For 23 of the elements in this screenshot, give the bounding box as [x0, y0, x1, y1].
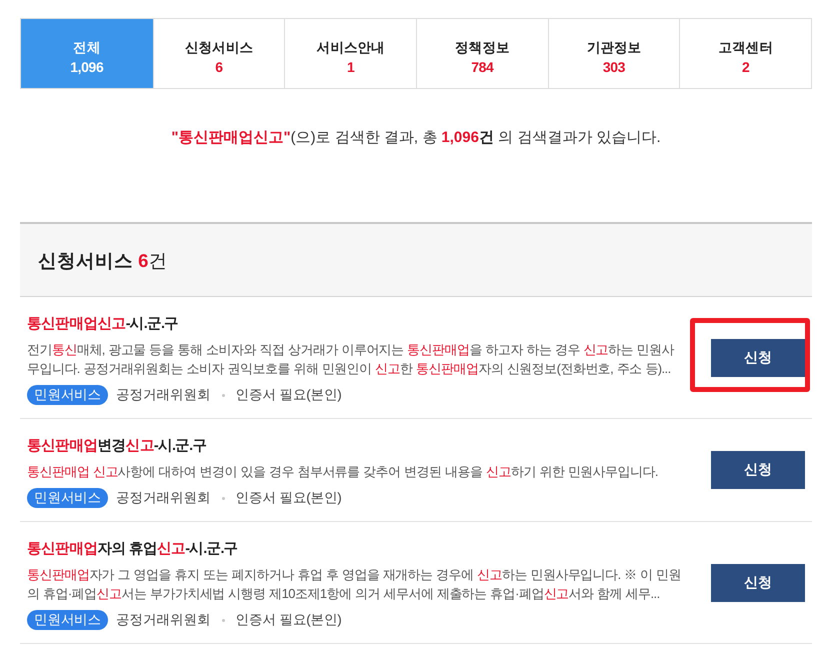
apply-button[interactable]: 신청	[711, 451, 805, 489]
agency-name: 공정거래위원회	[116, 611, 211, 629]
apply-button[interactable]: 신청	[711, 564, 805, 602]
section-title: 신청서비스 6건	[38, 248, 168, 272]
agency-name: 공정거래위원회	[116, 386, 211, 404]
separator-dot-icon	[222, 618, 225, 622]
search-summary: "통신판매업신고"(으)로 검색한 결과, 총 1,096건 의 검색결과가 있습니다.	[170, 128, 662, 148]
result-description: 전기통신매체, 광고물 등을 통해 소비자와 직접 상거래가 이루어지는 통신판매업을 하고자 하는 경우 신고하는 민원사무입니다. 공정거래위원회는 소비자 권익보호를 위해 민원인이 신고한 통신판매업자의 신원정보(전화번호, 주소 등)...	[27, 341, 676, 378]
category-badge: 민원서비스	[27, 610, 108, 630]
result-description: 통신판매업 신고사항에 대하여 변경이 있을 경우 첨부서류를 갖추어 변경된 내용을 신고하기 위한 민원사무입니다.	[27, 463, 659, 481]
requirement-text: 인증서 필요(본인)	[236, 386, 342, 404]
category-badge: 민원서비스	[27, 488, 108, 508]
requirement-text: 인증서 필요(본인)	[236, 489, 342, 507]
requirement-text: 인증서 필요(본인)	[236, 611, 342, 629]
result-title-link[interactable]: 통신판매업신고-시.군.구	[27, 313, 178, 335]
result-title-link[interactable]: 통신판매업자의 휴업신고-시.군.구	[27, 538, 238, 560]
result-description: 통신판매업자가 그 영업을 휴지 또는 폐지하거나 휴업 후 영업을 재개하는 경우에 신고하는 민원사무입니다. ※ 이 민원의 휴업·폐업신고서는 부가가치세법 시행령 제10조제1항에 의거 세무서에 제출하는 휴업·폐업신고서와 함께 세무...	[27, 566, 682, 603]
separator-dot-icon	[222, 394, 225, 396]
result-title-link[interactable]: 통신판매업 변경신고-시.군.구	[27, 435, 206, 457]
agency-name: 공정거래위원회	[116, 489, 211, 507]
category-badge: 민원서비스	[27, 385, 108, 405]
apply-button[interactable]: 신청	[711, 338, 805, 376]
separator-dot-icon	[222, 496, 225, 500]
